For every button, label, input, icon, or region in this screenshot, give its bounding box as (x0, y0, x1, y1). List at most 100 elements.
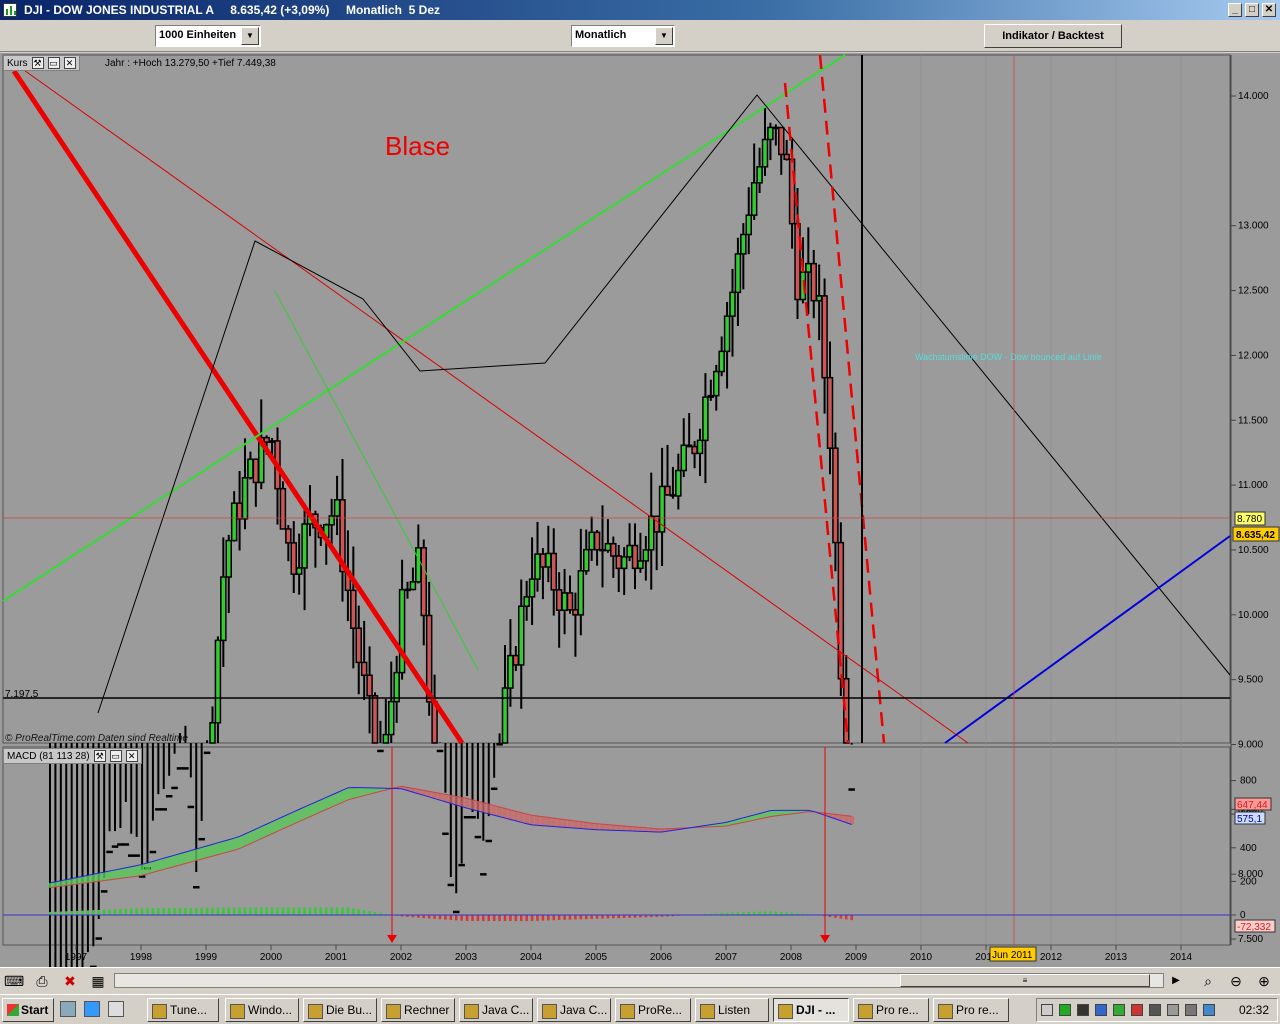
candle-body (610, 542, 617, 557)
task-listen[interactable]: Listen (695, 998, 769, 1022)
language-icon[interactable] (1041, 1004, 1053, 1016)
candle-body (447, 883, 455, 887)
tray-app-icon[interactable] (1077, 1004, 1089, 1016)
candle-body (117, 843, 124, 846)
tray-app-icon[interactable] (1185, 1004, 1197, 1016)
zoom-out-icon[interactable]: ⊖ (1226, 971, 1246, 991)
x-tick-label: 2004 (520, 952, 543, 963)
candle-body (750, 182, 758, 216)
price-chart-canvas[interactable]: 14.000 13.000 12.500 12.000 11.500 11.000 10.5… (0, 53, 1280, 967)
candle-body (350, 589, 357, 629)
maximize-button[interactable]: □ (1245, 3, 1259, 17)
desktop-icon[interactable] (60, 1001, 76, 1017)
chevron-down-icon[interactable]: ▼ (655, 27, 673, 45)
candle-body (469, 816, 476, 819)
candle-body (664, 485, 671, 496)
candle-body (328, 515, 335, 526)
tray-app-icon[interactable] (1167, 1004, 1179, 1016)
print-icon[interactable]: ⎙ (32, 971, 52, 991)
zoom-fit-icon[interactable]: ⌕ (1198, 971, 1218, 991)
period-select[interactable]: Monatlich ▼ (571, 25, 675, 47)
macd-y-tick-label: 0 (1240, 910, 1246, 921)
task-die-bu[interactable]: Die Bu... (303, 998, 377, 1022)
tray-app-icon[interactable] (1059, 1004, 1071, 1016)
x-tick-label: 1997 (65, 952, 88, 963)
close-icon[interactable]: ✕ (125, 750, 138, 762)
macd-hist-value: -72,332 (1237, 922, 1271, 933)
task-tune[interactable]: Tune... (147, 998, 219, 1022)
keyboard-icon[interactable]: ⌨ (4, 971, 24, 991)
task-dji[interactable]: DJI - ... (773, 998, 849, 1022)
task-java-2[interactable]: Java C... (537, 998, 611, 1022)
chevron-down-icon[interactable]: ▼ (241, 27, 259, 45)
task-windows[interactable]: Windo... (225, 998, 299, 1022)
close-button[interactable]: ✕ (1262, 3, 1276, 17)
minimize-button[interactable]: _ (1228, 3, 1242, 17)
delete-icon[interactable]: ✖ (60, 971, 80, 991)
wrench-icon[interactable]: ⚒ (93, 750, 106, 762)
candle-body (138, 875, 146, 878)
candle-body (788, 158, 796, 225)
support-label: 7.197,5 (5, 689, 39, 700)
cursor-date-label: Jun 2011 (992, 950, 1033, 961)
candle-body (810, 262, 817, 302)
tray-app-icon[interactable] (1149, 1004, 1161, 1016)
candle-body (588, 531, 595, 551)
candle-body (583, 548, 590, 572)
candle-body (236, 502, 243, 520)
chart-toolbar: 1000 Einheiten ▼ Monatlich ▼ Indikator /… (0, 20, 1280, 52)
time-scrollbar[interactable]: ≡ (114, 973, 1164, 988)
network-icon[interactable] (1095, 1004, 1107, 1016)
candle-body (572, 609, 579, 616)
zoom-in-icon[interactable]: ⊕ (1254, 971, 1274, 991)
candle-body (772, 126, 780, 130)
candle-body (187, 805, 195, 809)
task-rechner[interactable]: Rechner (381, 998, 455, 1022)
candle-body (371, 695, 379, 744)
candle-body (826, 376, 834, 449)
price-panel-header: Kurs ⚒ ▭ ✕ (3, 55, 80, 71)
candle-body (106, 850, 113, 854)
volume-icon[interactable] (1203, 1004, 1215, 1016)
close-icon[interactable]: ✕ (63, 57, 76, 69)
indicator-backtest-button[interactable]: Indikator / Backtest (984, 24, 1122, 48)
wrench-icon[interactable]: ⚒ (31, 57, 44, 69)
quicklaunch-icon[interactable] (108, 1001, 124, 1017)
x-tick-label: 2012 (1040, 952, 1063, 963)
grid-icon[interactable]: ▦ (88, 971, 108, 991)
candle-body (767, 126, 774, 141)
candle-body (203, 751, 211, 755)
start-button[interactable]: Start (2, 998, 54, 1022)
x-tick-label: 2008 (780, 952, 803, 963)
task-pro-re-2[interactable]: Pro re... (933, 998, 1009, 1022)
tray-app-icon[interactable] (1131, 1004, 1143, 1016)
candle-body (593, 531, 601, 551)
tray-app-icon[interactable] (1113, 1004, 1125, 1016)
candle-body (702, 396, 709, 442)
window-icon[interactable]: ▭ (47, 57, 60, 69)
chevron-right-icon[interactable]: ▶ (1166, 971, 1186, 991)
task-prorealtime[interactable]: ProRe... (615, 998, 691, 1022)
window-icon[interactable]: ▭ (109, 750, 122, 762)
candle-body (534, 553, 541, 580)
x-tick-label: 2010 (910, 952, 933, 963)
x-tick-label: 2001 (325, 952, 348, 963)
candle-body (518, 605, 525, 666)
chart-area[interactable]: 14.000 13.000 12.500 12.000 11.500 11.000 10.5… (0, 53, 1280, 967)
scrollbar-thumb[interactable]: ≡ (900, 974, 1150, 987)
task-pro-re-1[interactable]: Pro re... (853, 998, 929, 1022)
annotation-blase: Blase (385, 131, 450, 161)
last-price-value: 8.635,42 (1236, 530, 1275, 541)
candle-body (805, 262, 812, 273)
candle-body (539, 553, 547, 568)
candle-body (182, 767, 189, 770)
candle-body (577, 570, 585, 616)
candle-body (821, 295, 828, 379)
system-tray: 02:32 (1036, 998, 1278, 1022)
task-java-1[interactable]: Java C... (459, 998, 533, 1022)
browser-icon[interactable] (84, 1001, 100, 1017)
macd-panel-header: MACD (81 113 28) ⚒ ▭ ✕ (3, 748, 142, 764)
units-select[interactable]: 1000 Einheiten ▼ (155, 25, 261, 47)
candle-body (669, 494, 677, 497)
macd-y-tick-label: 400 (1240, 843, 1257, 854)
